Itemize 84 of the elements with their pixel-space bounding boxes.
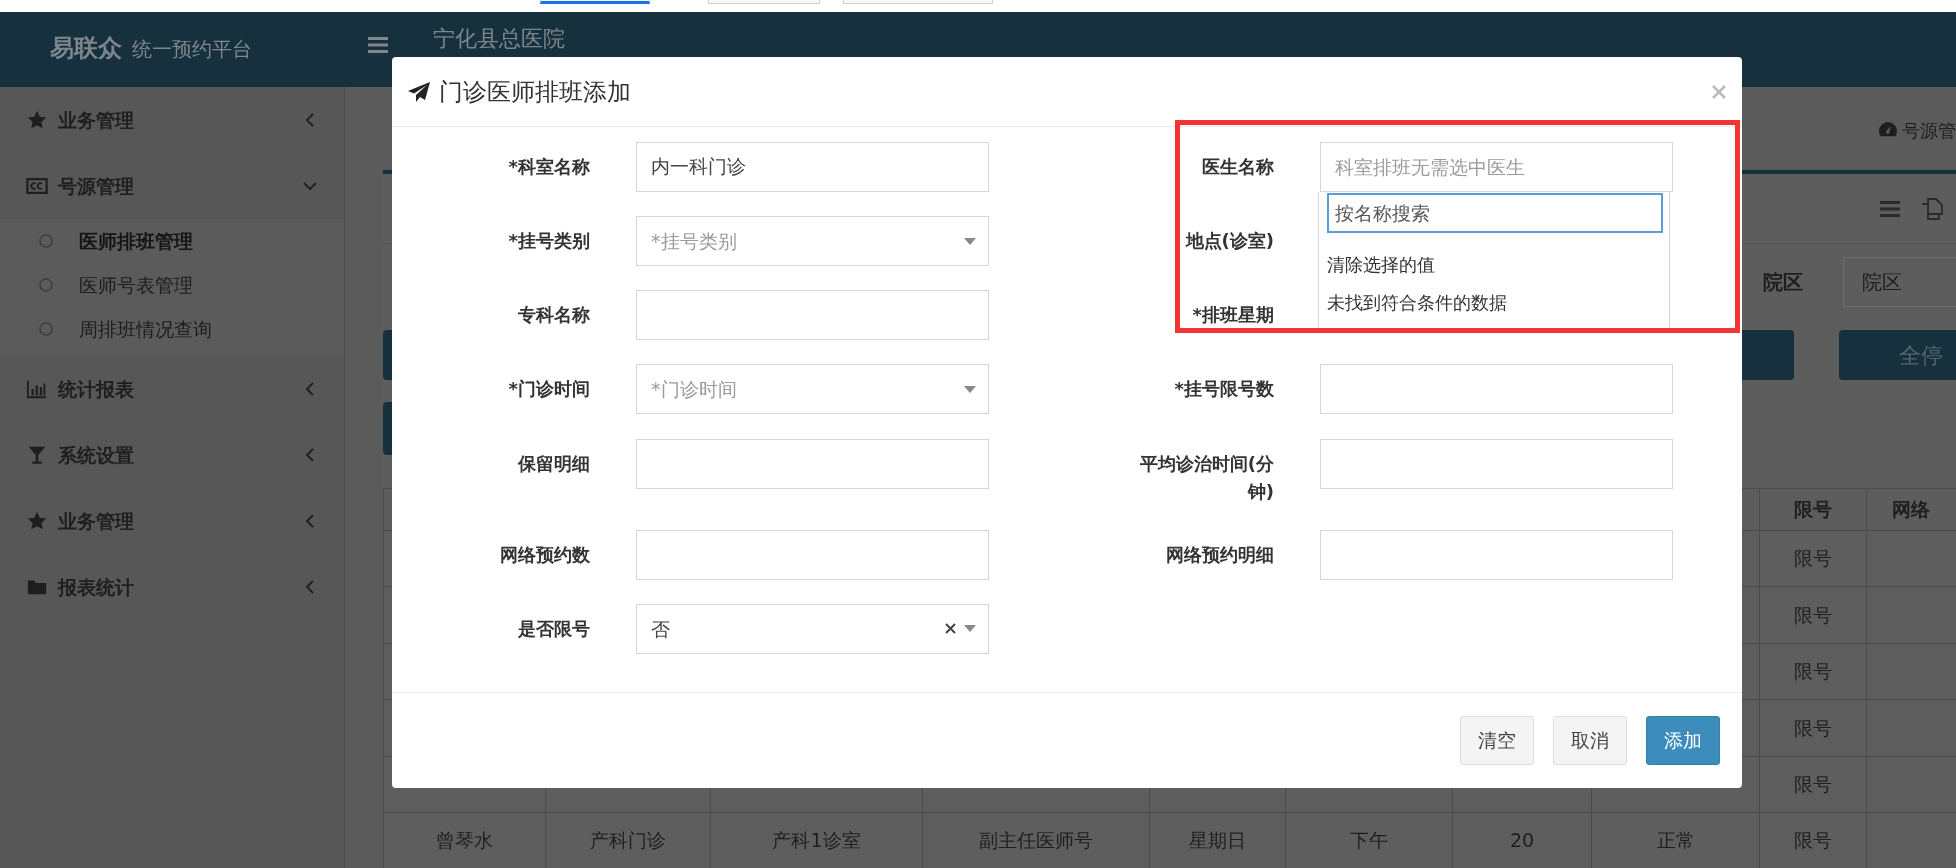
table-cell: 20: [1452, 812, 1592, 868]
caret-icon: [964, 237, 976, 245]
table-cell: 产科1诊室: [710, 812, 923, 868]
dropdown-option[interactable]: 清除选择的值: [1327, 245, 1661, 283]
circle-icon: [38, 321, 54, 337]
table-cell: 星期日: [1149, 812, 1286, 868]
add-button[interactable]: 添加: [1646, 716, 1720, 765]
sidebar-label: 医师号表管理: [79, 272, 193, 298]
browser-tab[interactable]: [540, 0, 650, 4]
sidebar-label: 业务管理: [58, 107, 135, 133]
caret-icon: [964, 385, 976, 393]
sidebar-label: 业务管理: [58, 508, 135, 534]
field-label: 专科名称: [517, 303, 590, 328]
sidebar-item[interactable]: 报表统计: [0, 554, 344, 620]
caret-icon: [964, 625, 976, 633]
sidebar-subitem[interactable]: 医师号表管理: [0, 263, 344, 307]
search-field[interactable]: 按名称搜索: [1327, 193, 1663, 233]
field-label: 医生名称: [1201, 155, 1274, 179]
sidebar-label: 医师排班管理: [79, 228, 193, 254]
select-field[interactable]: *门诊时间: [636, 364, 989, 415]
table-cell: 正常: [1591, 812, 1760, 868]
close-button[interactable]: [1711, 83, 1727, 100]
sidebar-item[interactable]: 业务管理: [0, 488, 344, 554]
table-cell: 限号: [1759, 530, 1867, 587]
sidebar-label: 统计报表: [58, 376, 135, 402]
input-field[interactable]: 内一科门诊: [636, 142, 989, 192]
clear-icon[interactable]: [945, 623, 956, 635]
table-cell: 限号: [1759, 586, 1867, 644]
field-label: *门诊时间: [507, 377, 590, 402]
field-label: 是否限号: [517, 616, 590, 641]
brand-subtitle: 统一预约平台: [132, 36, 252, 63]
field-label: 保留明细: [516, 451, 590, 476]
field-label: *排班星期: [1191, 303, 1274, 328]
column-header: 网络: [1866, 488, 1956, 531]
paper-plane-icon: [407, 80, 431, 103]
gauge-icon: [1878, 120, 1898, 138]
sidebar-item[interactable]: 业务管理: [0, 87, 344, 153]
table-cell: 产科门诊: [545, 812, 711, 868]
sidebar-subitem[interactable]: 医师排班管理: [0, 219, 344, 263]
field-label: 平均诊治时间(分钟): [1138, 451, 1274, 504]
bar-chart-icon: [26, 378, 48, 400]
input-field[interactable]: 院区: [1843, 257, 1956, 307]
dialog-button[interactable]: 取消: [1553, 716, 1627, 765]
field-label: 网络预约明细: [1165, 542, 1274, 567]
stop-button[interactable]: 全停: [1839, 330, 1956, 380]
sidebar-item[interactable]: 号源管理: [0, 153, 344, 219]
dropdown-option[interactable]: 未找到符合条件的数据: [1327, 283, 1661, 321]
dialog-title: 门诊医师排班添加: [439, 76, 632, 108]
dialog-button[interactable]: 清空: [1460, 716, 1534, 765]
sidebar-label: 周排班情况查询: [79, 316, 212, 342]
field-label: *挂号限号数: [1173, 377, 1274, 402]
circle-icon: [38, 277, 54, 293]
hospital-name: 宁化县总医院: [433, 26, 565, 52]
sidebar-label: 系统设置: [58, 442, 135, 468]
copy-icon[interactable]: [1921, 197, 1943, 220]
table-cell: 限号: [1759, 643, 1867, 700]
menu-icon[interactable]: [368, 37, 388, 53]
select-field[interactable]: 否: [636, 603, 989, 654]
field-label: 地点(诊室): [1184, 229, 1274, 254]
table-cell: 限号: [1759, 756, 1867, 813]
star-icon: [26, 510, 48, 532]
table-cell: 下午: [1285, 812, 1453, 868]
circle-icon: [38, 233, 54, 249]
star-icon: [26, 109, 48, 131]
field-label: *挂号类别: [507, 229, 590, 254]
select-field[interactable]: *挂号类别: [636, 216, 989, 267]
sidebar-label: 报表统计: [58, 574, 135, 600]
table-cell: 副主任医师号: [922, 812, 1150, 868]
field-label: *科室名称: [507, 155, 590, 179]
breadcrumb-text: 号源管: [1902, 120, 1956, 142]
brand-name: 易联众: [50, 33, 122, 64]
sidebar-item[interactable]: 统计报表: [0, 356, 344, 422]
sidebar-subitem[interactable]: 周排班情况查询: [0, 307, 344, 351]
table-cell: 曾琴水: [383, 812, 546, 868]
list-icon[interactable]: [1880, 199, 1900, 218]
cc-icon: [26, 175, 48, 197]
sidebar-label: 号源管理: [58, 173, 135, 199]
field-label: 院区: [1763, 269, 1804, 296]
sidebar-item[interactable]: 系统设置: [0, 422, 344, 488]
table-cell: 限号: [1759, 812, 1867, 868]
column-header: 限号: [1759, 488, 1867, 531]
table-cell: 限号: [1759, 699, 1867, 757]
field-label: 网络预约数: [499, 542, 590, 567]
filter-icon: [26, 444, 48, 466]
